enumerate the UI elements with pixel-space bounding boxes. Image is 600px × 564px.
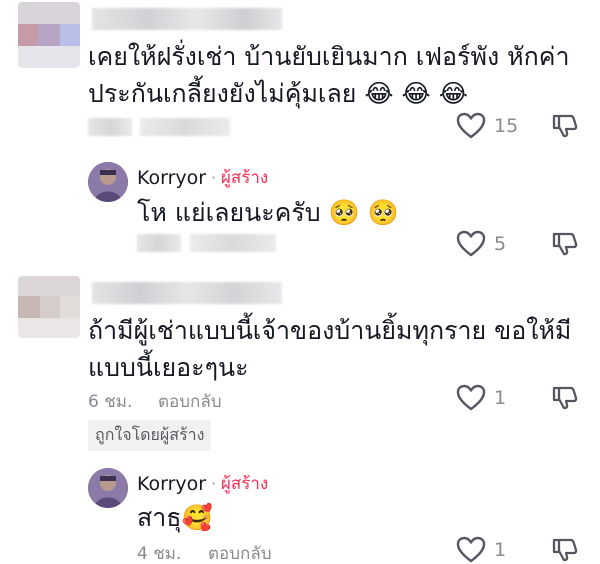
timestamp: 4 ชม. xyxy=(137,544,182,564)
like-button[interactable]: 1 xyxy=(456,384,506,412)
heart-outline-icon xyxy=(456,384,486,411)
liked-by-creator-badge: ถูกใจโดยผู้สร้าง xyxy=(88,420,212,451)
like-button[interactable]: 5 xyxy=(456,230,506,258)
like-count: 1 xyxy=(494,539,507,561)
thumbs-down-icon xyxy=(552,232,578,256)
timestamp: 6 ชม. xyxy=(88,392,133,412)
like-button[interactable]: 15 xyxy=(456,112,518,140)
pleading-emoji: 🥺 🥺 xyxy=(328,198,399,227)
dislike-button[interactable] xyxy=(551,112,579,144)
thumbs-down-icon xyxy=(552,386,578,410)
like-count: 15 xyxy=(494,115,519,137)
username[interactable] xyxy=(92,8,282,30)
timestamp xyxy=(137,234,181,252)
dislike-button[interactable] xyxy=(551,230,579,262)
like-button[interactable]: 1 xyxy=(456,536,506,564)
thumbs-down-icon xyxy=(552,538,578,562)
separator-dot: · xyxy=(211,474,216,493)
avatar[interactable] xyxy=(18,2,80,68)
separator-dot: · xyxy=(211,168,216,187)
dislike-button[interactable] xyxy=(551,384,579,416)
creator-badge: ผู้สร้าง xyxy=(220,474,269,494)
thumbs-down-icon xyxy=(552,114,578,138)
smiling-hearts-emoji: 🥰 xyxy=(181,503,213,532)
like-count: 1 xyxy=(494,387,507,409)
timestamp xyxy=(88,118,132,136)
like-count: 5 xyxy=(494,233,507,255)
reply-button[interactable]: ตอบกลับ xyxy=(208,540,272,564)
heart-outline-icon xyxy=(456,230,486,257)
reply-author-row: Korryor · ผู้สร้าง xyxy=(137,164,268,191)
reply-text: โห แย่เลยนะครับ 🥺 🥺 xyxy=(137,198,399,227)
reply-button[interactable] xyxy=(140,118,230,136)
creator-avatar[interactable] xyxy=(88,162,128,202)
reply-author-row: Korryor · ผู้สร้าง xyxy=(137,470,268,497)
reply-button[interactable]: ตอบกลับ xyxy=(158,388,222,415)
creator-badge: ผู้สร้าง xyxy=(220,168,269,188)
avatar[interactable] xyxy=(18,276,80,338)
laughing-emoji: 😂 😂 😂 xyxy=(364,79,468,108)
comment-text: เคยให้ฝรั่งเช่า บ้านยับเยินมาก เฟอร์พัง … xyxy=(88,42,570,108)
dislike-button[interactable] xyxy=(551,536,579,564)
username[interactable] xyxy=(92,282,282,304)
creator-avatar[interactable] xyxy=(88,468,128,508)
author-name[interactable]: Korryor xyxy=(137,473,206,495)
heart-outline-icon xyxy=(456,536,486,563)
comment-text: ถ้ามีผู้เช่าแบบนี้เจ้าของบ้านยิ้มทุกราย … xyxy=(88,316,572,382)
author-name[interactable]: Korryor xyxy=(137,167,206,189)
heart-outline-icon xyxy=(456,112,486,139)
reply-text: สาธุ🥰 xyxy=(137,503,213,532)
reply-button[interactable] xyxy=(190,234,276,252)
